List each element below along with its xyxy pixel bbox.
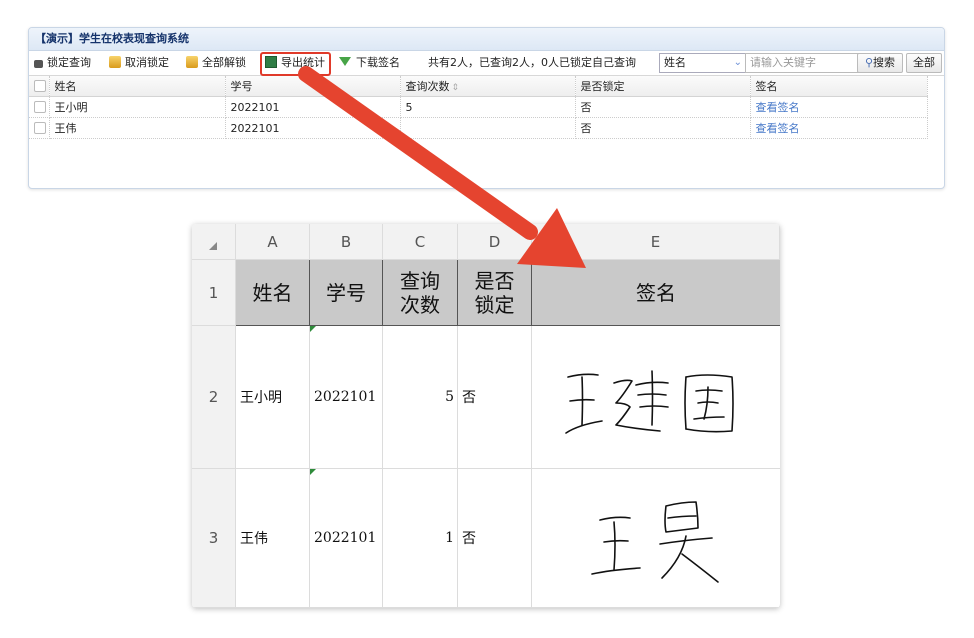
col-header-name[interactable]: 姓名 <box>49 76 226 97</box>
unlock-icon <box>109 56 121 68</box>
row-header-2[interactable]: 2 <box>192 326 236 469</box>
export-stats-button[interactable]: 导出统计 <box>265 51 325 75</box>
sheet-header-id[interactable]: 学号 <box>310 260 383 326</box>
sheet-cell-locked[interactable]: 否 <box>458 469 532 608</box>
sheet-cell-count[interactable]: 1 <box>383 469 458 608</box>
toolbar: 锁定查询 取消锁定 全部解锁 导出统计 下载签名 共有2人，已查询2人，0人已锁… <box>29 51 944 76</box>
cell-locked: 否 <box>575 96 751 118</box>
summary-text: 共有2人，已查询2人，0人已锁定自己查询 <box>428 56 636 69</box>
all-button[interactable]: 全部 <box>906 53 942 73</box>
sheet-cell-locked[interactable]: 否 <box>458 326 532 469</box>
sheet-cell-count[interactable]: 5 <box>383 326 458 469</box>
table-header-row: 姓名 学号 查询次数 ⇕ 是否锁定 签名 <box>29 76 928 97</box>
cell-id: 2022101 <box>225 117 401 139</box>
cell-name: 王伟 <box>49 117 226 139</box>
sheet-cell-id[interactable]: 2022101 <box>310 326 383 469</box>
column-header-e[interactable]: E <box>532 224 780 260</box>
col-header-locked[interactable]: 是否锁定 <box>575 76 751 97</box>
table-row[interactable]: 王小明 2022101 5 否 查看签名 <box>29 96 928 118</box>
lock-icon <box>34 60 43 68</box>
row-header-1[interactable]: 1 <box>192 260 236 326</box>
cell-count: 5 <box>400 96 576 118</box>
field-select[interactable]: 姓名 ⌄ <box>659 53 747 73</box>
view-signature-link[interactable]: 查看签名 <box>756 101 800 114</box>
student-table: 姓名 学号 查询次数 ⇕ 是否锁定 签名 王小明 2022101 5 否 查看签名… <box>29 76 928 139</box>
column-header-a[interactable]: A <box>236 224 310 260</box>
lock-query-button[interactable]: 锁定查询 <box>34 51 91 75</box>
signature-image-wang-hao[interactable] <box>532 469 780 608</box>
chevron-down-icon: ⌄ <box>733 57 742 68</box>
handwritten-signature <box>591 501 719 583</box>
cell-signature: 查看签名 <box>750 117 928 139</box>
sheet-cell-name[interactable]: 王小明 <box>236 326 310 469</box>
panel-title: 【演示】学生在校表现查询系统 <box>29 28 944 51</box>
col-header-id[interactable]: 学号 <box>225 76 401 97</box>
number-as-text-marker <box>310 469 316 475</box>
search-icon: ⚲ <box>864 56 874 69</box>
cell-name: 王小明 <box>49 96 226 118</box>
handwritten-signature <box>565 370 734 434</box>
column-header-b[interactable]: B <box>310 224 383 260</box>
number-as-text-marker <box>310 326 316 332</box>
cell-signature: 查看签名 <box>750 96 928 118</box>
unlock-all-button[interactable]: 全部解锁 <box>186 51 246 75</box>
cell-count <box>400 117 576 139</box>
cell-id: 2022101 <box>225 96 401 118</box>
keyword-input[interactable]: 请输入关键字 <box>745 53 859 73</box>
view-signature-link[interactable]: 查看签名 <box>756 122 800 135</box>
sheet-header-count[interactable]: 查询 次数 <box>383 260 458 326</box>
download-signature-button[interactable]: 下载签名 <box>339 51 400 75</box>
search-button[interactable]: ⚲搜索 <box>857 53 903 73</box>
unlock-all-icon <box>186 56 198 68</box>
column-header-c[interactable]: C <box>383 224 458 260</box>
signature-image-wang-jianguo[interactable] <box>532 326 780 469</box>
column-header-d[interactable]: D <box>458 224 532 260</box>
select-all-checkbox[interactable] <box>29 76 50 97</box>
row-header-3[interactable]: 3 <box>192 469 236 608</box>
sheet-header-name[interactable]: 姓名 <box>236 260 310 326</box>
col-header-signature[interactable]: 签名 <box>750 76 928 97</box>
excel-icon <box>265 56 277 68</box>
spreadsheet-preview: A B C D E 1 2 3 姓名 学号 查询 次数 是否 锁定 签名 王小明 2… <box>192 224 780 608</box>
sheet-cell-name[interactable]: 王伟 <box>236 469 310 608</box>
download-icon <box>339 57 351 66</box>
sheet-header-signature[interactable]: 签名 <box>532 260 780 326</box>
sort-icon[interactable]: ⇕ <box>452 83 460 93</box>
row-checkbox[interactable] <box>29 117 50 139</box>
row-checkbox[interactable] <box>29 96 50 118</box>
cancel-lock-button[interactable]: 取消锁定 <box>109 51 169 75</box>
sheet-cell-id[interactable]: 2022101 <box>310 469 383 608</box>
query-panel: 【演示】学生在校表现查询系统 锁定查询 取消锁定 全部解锁 导出统计 下载签名 … <box>28 27 945 189</box>
table-row[interactable]: 王伟 2022101 否 查看签名 <box>29 117 928 139</box>
select-all-corner[interactable] <box>192 224 236 260</box>
cell-locked: 否 <box>575 117 751 139</box>
sheet-header-locked[interactable]: 是否 锁定 <box>458 260 532 326</box>
col-header-count[interactable]: 查询次数 ⇕ <box>400 76 576 97</box>
